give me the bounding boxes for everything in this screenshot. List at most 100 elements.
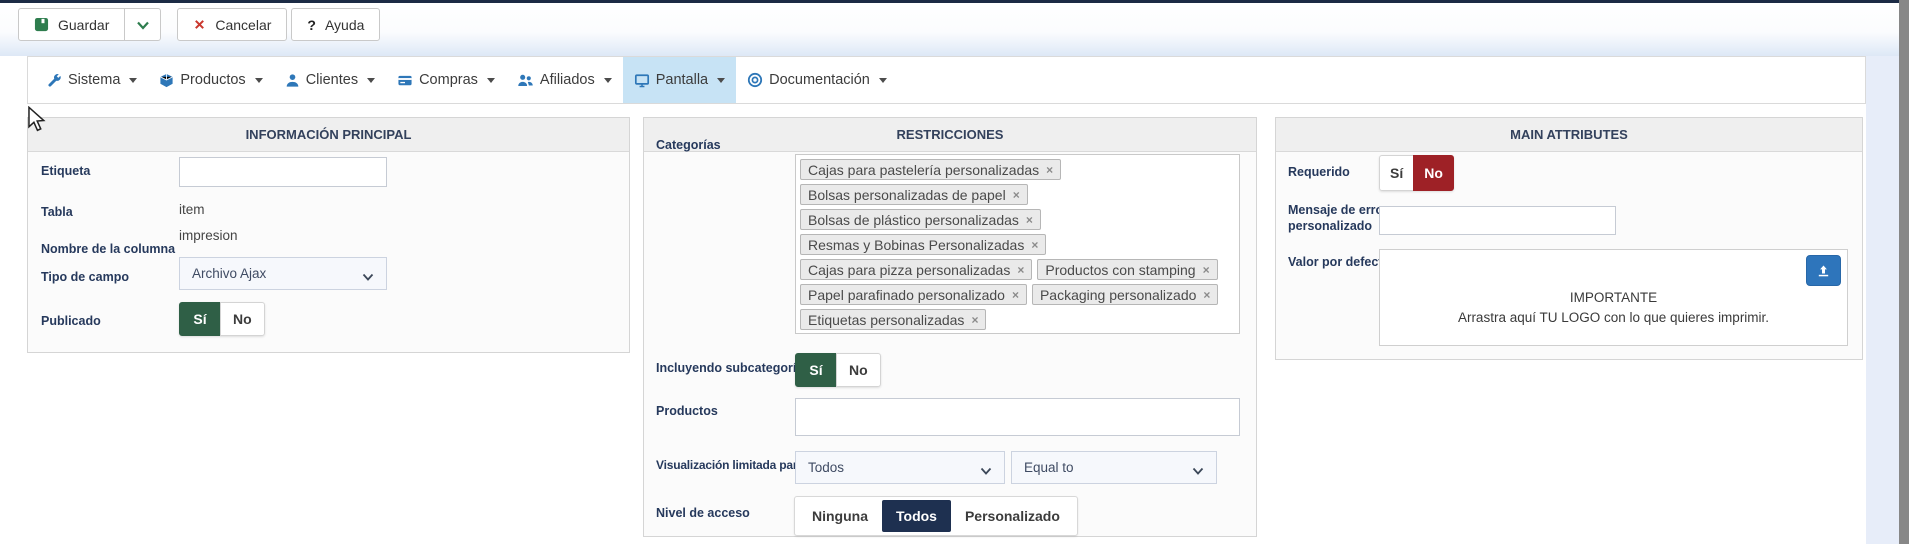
caret-down-icon xyxy=(604,78,612,83)
operador-value: Equal to xyxy=(1024,460,1074,475)
requerido-yes-button[interactable]: Sí xyxy=(1379,155,1414,191)
caret-down-icon xyxy=(717,78,725,83)
remove-tag-icon[interactable]: × xyxy=(1012,289,1019,301)
panel-main-attributes: MAIN ATTRIBUTES Requerido Sí No Mensaje … xyxy=(1275,117,1863,360)
caret-down-icon xyxy=(487,78,495,83)
publicado-no-button[interactable]: No xyxy=(220,302,265,336)
chevron-down-icon xyxy=(362,270,374,285)
page-margin xyxy=(1866,56,1899,544)
caret-down-icon xyxy=(879,78,887,83)
panel-title: MAIN ATTRIBUTES xyxy=(1276,118,1862,152)
tag-label: Packaging personalizado xyxy=(1040,287,1196,303)
category-tag: Resmas y Bobinas Personalizadas × xyxy=(800,234,1046,255)
question-mark-icon: ? xyxy=(307,17,316,33)
save-button[interactable]: Guardar xyxy=(18,8,125,41)
remove-tag-icon[interactable]: × xyxy=(1017,264,1024,276)
tipo-de-campo-select[interactable]: Archivo Ajax xyxy=(179,257,387,290)
cancel-button-label: Cancelar xyxy=(215,17,271,33)
tipo-de-campo-label: Tipo de campo xyxy=(41,270,129,284)
menu-item-productos[interactable]: Productos xyxy=(148,57,273,103)
menu-item-label: Productos xyxy=(180,72,245,88)
visualizacion-limitada-label: Visualización limitada para xyxy=(656,458,804,472)
menu-item-compras[interactable]: Compras xyxy=(386,57,506,103)
help-button[interactable]: ? Ayuda xyxy=(291,8,380,41)
publicado-toggle: Sí No xyxy=(179,302,265,336)
productos-input[interactable] xyxy=(795,398,1240,436)
menu-item-documentacion[interactable]: Documentación xyxy=(736,57,898,103)
incluyendo-yes-button[interactable]: Sí xyxy=(795,353,837,387)
tabla-value: item xyxy=(179,202,205,217)
cancel-button[interactable]: Cancelar xyxy=(177,8,287,41)
remove-tag-icon[interactable]: × xyxy=(1013,189,1020,201)
menu-item-pantalla[interactable]: Pantalla xyxy=(623,57,736,103)
help-button-label: Ayuda xyxy=(325,17,364,33)
monitor-icon xyxy=(634,73,650,88)
credit-card-icon xyxy=(397,73,413,88)
tag-label: Bolsas de plástico personalizadas xyxy=(808,212,1019,228)
logo-dropzone[interactable]: IMPORTANTE Arrastra aquí TU LOGO con lo … xyxy=(1379,249,1848,346)
valor-por-defecto-label: Valor por defecto xyxy=(1288,255,1390,269)
toolbar: Guardar Cancelar ? Ayuda xyxy=(18,8,380,41)
users-icon xyxy=(517,73,534,88)
category-tag: Etiquetas personalizadas × xyxy=(800,309,986,330)
tabla-label: Tabla xyxy=(41,205,73,219)
category-tag: Packaging personalizado × xyxy=(1032,284,1218,305)
user-icon xyxy=(285,73,300,88)
caret-down-icon xyxy=(255,78,263,83)
tag-label: Cajas para pastelería personalizadas xyxy=(808,162,1039,178)
visualizacion-value: Todos xyxy=(808,460,844,475)
nivel-personalizado-button[interactable]: Personalizado xyxy=(951,500,1074,532)
dropzone-line2: Arrastra aquí TU LOGO con lo que quieres… xyxy=(1380,308,1847,328)
panel-title: RESTRICCIONES xyxy=(644,118,1256,152)
remove-tag-icon[interactable]: × xyxy=(971,314,978,326)
requerido-no-button[interactable]: No xyxy=(1413,155,1454,191)
upload-button[interactable] xyxy=(1806,255,1841,286)
app-window: Guardar Cancelar ? Ayuda Sistema xyxy=(0,0,1909,544)
etiqueta-input[interactable] xyxy=(179,157,387,187)
incluyendo-subcategorias-label: Incluyendo subcategorías xyxy=(656,361,810,375)
save-dropdown-button[interactable] xyxy=(124,8,161,41)
category-tag: Bolsas de plástico personalizadas × xyxy=(800,209,1041,230)
remove-tag-icon[interactable]: × xyxy=(1203,289,1210,301)
panel-informacion-principal: INFORMACIÓN PRINCIPAL Etiqueta Tabla ite… xyxy=(27,117,630,353)
nivel-ninguna-button[interactable]: Ninguna xyxy=(798,500,882,532)
categorias-label: Categorías xyxy=(656,138,721,152)
wrench-icon xyxy=(47,73,62,88)
mensaje-error-input[interactable] xyxy=(1379,206,1616,235)
menu-item-sistema[interactable]: Sistema xyxy=(36,57,148,103)
incluyendo-no-button[interactable]: No xyxy=(836,353,881,387)
tag-label: Productos con stamping xyxy=(1045,262,1195,278)
publicado-label: Publicado xyxy=(41,314,101,328)
remove-tag-icon[interactable]: × xyxy=(1031,239,1038,251)
nivel-de-acceso-segmented: Ninguna Todos Personalizado xyxy=(794,496,1078,536)
productos-label: Productos xyxy=(656,404,718,418)
visualizacion-select[interactable]: Todos xyxy=(795,451,1005,484)
menu-item-label: Clientes xyxy=(306,72,358,88)
categorias-tag-input[interactable]: Cajas para pastelería personalizadas × Bo… xyxy=(795,154,1240,334)
panel-title: INFORMACIÓN PRINCIPAL xyxy=(28,118,629,152)
menu-item-label: Sistema xyxy=(68,72,120,88)
nivel-todos-button[interactable]: Todos xyxy=(882,500,951,532)
remove-tag-icon[interactable]: × xyxy=(1026,214,1033,226)
tag-label: Resmas y Bobinas Personalizadas xyxy=(808,237,1024,253)
remove-tag-icon[interactable]: × xyxy=(1046,164,1053,176)
vertical-scrollbar[interactable] xyxy=(1899,0,1909,544)
tag-label: Papel parafinado personalizado xyxy=(808,287,1005,303)
save-floppy-icon xyxy=(34,17,49,32)
category-tag: Cajas para pastelería personalizadas × xyxy=(800,159,1061,180)
box-icon xyxy=(159,73,174,88)
category-tag: Productos con stamping × xyxy=(1037,259,1217,280)
remove-tag-icon[interactable]: × xyxy=(1203,264,1210,276)
menu-item-clientes[interactable]: Clientes xyxy=(274,57,386,103)
operador-select[interactable]: Equal to xyxy=(1011,451,1217,484)
publicado-yes-button[interactable]: Sí xyxy=(179,302,221,336)
chevron-down-icon xyxy=(1192,464,1204,479)
columna-value: impresion xyxy=(179,228,238,243)
chevron-down-icon xyxy=(136,19,150,31)
menu-item-label: Pantalla xyxy=(656,72,708,88)
category-tag: Bolsas personalizadas de papel × xyxy=(800,184,1028,205)
menu-item-afiliados[interactable]: Afiliados xyxy=(506,57,623,103)
tag-label: Bolsas personalizadas de papel xyxy=(808,187,1006,203)
dropzone-line1: IMPORTANTE xyxy=(1380,288,1847,308)
tag-label: Etiquetas personalizadas xyxy=(808,312,964,328)
